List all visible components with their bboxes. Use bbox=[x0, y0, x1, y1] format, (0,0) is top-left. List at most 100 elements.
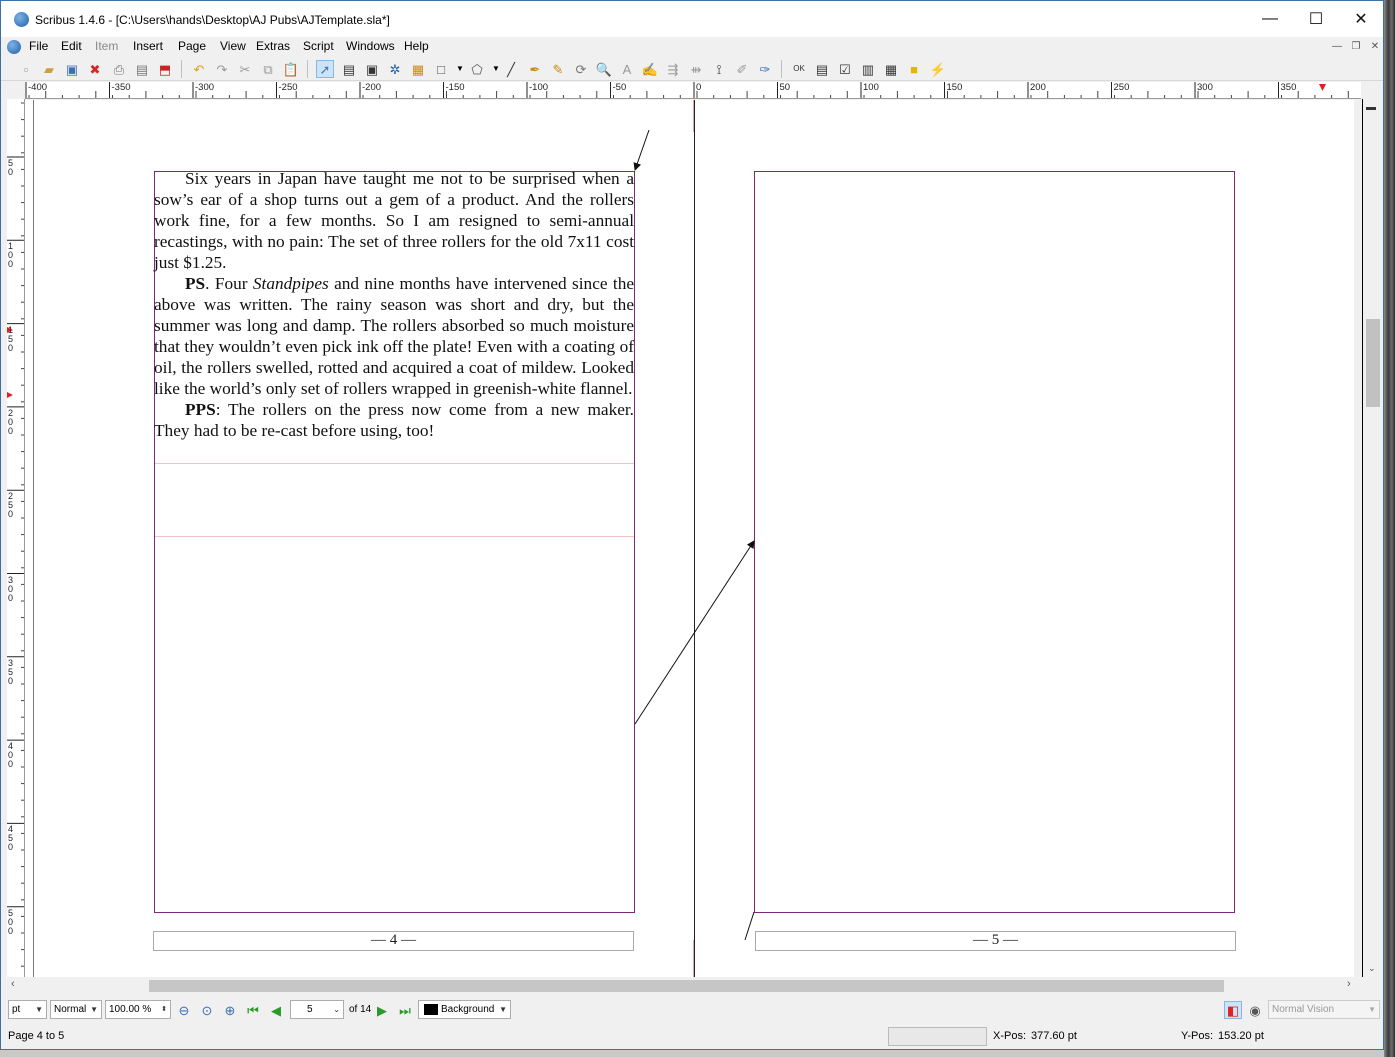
preview-mode-icon[interactable]: ◧ bbox=[1224, 1001, 1242, 1019]
chevron-down-icon: ▼ bbox=[35, 1005, 43, 1014]
document-canvas[interactable]: Six years in Japan have taught me not to… bbox=[34, 100, 1354, 977]
export-pdf-icon[interactable]: ⬒ bbox=[156, 60, 174, 78]
menu-view[interactable]: View bbox=[220, 39, 246, 53]
preflight-icon[interactable]: ▤ bbox=[133, 60, 151, 78]
status-bar: Page 4 to 5 X-Pos: 377.60 pt Y-Pos: 153.… bbox=[1, 1025, 1383, 1049]
scroll-right-arrow-icon[interactable]: › bbox=[1347, 978, 1351, 990]
redo-icon[interactable]: ↷ bbox=[213, 60, 231, 78]
vision-select[interactable]: Normal Vision ▼ bbox=[1268, 1000, 1380, 1019]
minimize-button[interactable]: — bbox=[1247, 1, 1293, 37]
vertical-scroll-thumb[interactable] bbox=[1366, 319, 1380, 407]
link-frames-icon[interactable]: ⇶ bbox=[664, 60, 682, 78]
last-page-icon[interactable]: ⏭ bbox=[396, 1001, 414, 1019]
zoom-icon[interactable]: 🔍 bbox=[595, 60, 613, 78]
chevron-down-icon: ▼ bbox=[499, 1005, 507, 1014]
shape-dropdown-icon[interactable]: ▼ bbox=[451, 60, 469, 78]
save-icon[interactable]: ▣ bbox=[63, 60, 81, 78]
maximize-button[interactable]: ☐ bbox=[1293, 1, 1339, 37]
open-folder-icon[interactable]: ▰ bbox=[40, 60, 58, 78]
pdf-combo-box-icon[interactable]: ▥ bbox=[859, 60, 877, 78]
menu-windows[interactable]: Windows bbox=[346, 39, 395, 53]
ruler-label: 450 bbox=[8, 824, 14, 853]
paste-icon[interactable]: 📋 bbox=[282, 60, 300, 78]
zoom-in-icon[interactable]: ⊕ bbox=[221, 1001, 239, 1019]
close-button[interactable]: ✕ bbox=[1338, 1, 1383, 37]
vertical-ruler[interactable]: 50 100 150 200 250 300 350 400 450 500 bbox=[7, 99, 25, 977]
mdi-close-button[interactable]: ✕ bbox=[1367, 39, 1383, 55]
measurements-icon[interactable]: ⟟ bbox=[710, 60, 728, 78]
zoom-100-icon[interactable]: ⊙ bbox=[198, 1001, 216, 1019]
menu-item[interactable]: Item bbox=[95, 39, 118, 53]
previous-page-icon[interactable]: ◀ bbox=[267, 1001, 285, 1019]
table-icon[interactable]: ▦ bbox=[409, 60, 427, 78]
scribus-app-icon bbox=[14, 12, 29, 27]
shape-icon[interactable]: □ bbox=[432, 60, 450, 78]
ruler-label: 200 bbox=[8, 407, 14, 436]
copy-properties-icon[interactable]: ✐ bbox=[733, 60, 751, 78]
pdf-push-button-icon[interactable]: OK bbox=[790, 60, 808, 78]
image-mode-select[interactable]: Normal ▼ bbox=[50, 1000, 102, 1019]
menu-extras[interactable]: Extras bbox=[256, 39, 290, 53]
ruler-label: 250 bbox=[1113, 82, 1130, 93]
select-pointer-icon[interactable]: ➚ bbox=[316, 60, 334, 78]
ruler-label: 150 bbox=[946, 82, 963, 93]
rotate-item-icon[interactable]: ⟳ bbox=[572, 60, 590, 78]
zoom-out-icon[interactable]: ⊖ bbox=[175, 1001, 193, 1019]
ruler-label: -200 bbox=[362, 82, 382, 93]
ruler-label: -150 bbox=[445, 82, 465, 93]
zoom-input[interactable]: 100.00 % ⬍ bbox=[105, 1000, 171, 1019]
horizontal-ruler[interactable]: -400 -350 -300 -250 -200 -150 -100 -50 0 50 100 150… bbox=[25, 82, 1361, 99]
copy-icon[interactable]: ⧉ bbox=[259, 60, 277, 78]
vertical-scrollbar[interactable]: ⌄ bbox=[1362, 99, 1383, 977]
freehand-line-icon[interactable]: ✎ bbox=[549, 60, 567, 78]
undo-icon[interactable]: ↶ bbox=[190, 60, 208, 78]
bezier-icon[interactable]: ✒ bbox=[526, 60, 544, 78]
mdi-minimize-button[interactable]: — bbox=[1329, 39, 1345, 55]
unit-select[interactable]: pt ▼ bbox=[8, 1000, 47, 1019]
mdi-restore-button[interactable]: ❐ bbox=[1348, 39, 1364, 55]
menu-page[interactable]: Page bbox=[178, 39, 206, 53]
menu-file[interactable]: File bbox=[29, 39, 48, 53]
horizontal-scrollbar[interactable]: ‹ › bbox=[7, 978, 1362, 994]
pdf-annotation-icon[interactable]: ■ bbox=[905, 60, 923, 78]
ruler-label: 100 bbox=[863, 82, 879, 93]
menu-insert[interactable]: Insert bbox=[133, 39, 163, 53]
menu-script[interactable]: Script bbox=[303, 39, 334, 53]
menu-help[interactable]: Help bbox=[404, 39, 429, 53]
page-select[interactable]: 5 ⌄ bbox=[290, 1000, 344, 1019]
window-title: Scribus 1.4.6 - [C:\Users\hands\Desktop\… bbox=[35, 13, 390, 27]
scroll-left-arrow-icon[interactable]: ‹ bbox=[11, 978, 15, 990]
pdf-list-box-icon[interactable]: ▦ bbox=[882, 60, 900, 78]
horizontal-scroll-thumb[interactable] bbox=[149, 980, 1224, 992]
mode-value: Normal bbox=[54, 1004, 87, 1015]
scribus-window: Scribus 1.4.6 - [C:\Users\hands\Desktop\… bbox=[0, 0, 1384, 1050]
scroll-top-marker bbox=[1366, 107, 1376, 110]
cut-icon[interactable]: ✂ bbox=[236, 60, 254, 78]
pdf-link-annotation-icon[interactable]: ⚡ bbox=[929, 60, 947, 78]
scribus-menu-icon[interactable] bbox=[7, 40, 21, 54]
print-icon[interactable]: ⎙ bbox=[110, 60, 128, 78]
page-range-label: Page 4 to 5 bbox=[8, 1030, 65, 1042]
eyedropper-icon[interactable]: ✑ bbox=[756, 60, 774, 78]
pdf-checkbox-icon[interactable]: ☑ bbox=[836, 60, 854, 78]
edit-contents-icon[interactable]: A bbox=[618, 60, 636, 78]
first-page-icon[interactable]: ⏮ bbox=[244, 1001, 262, 1019]
visual-appearance-eye-icon[interactable]: ◉ bbox=[1246, 1001, 1264, 1019]
layer-select[interactable]: Background ▼ bbox=[418, 1000, 511, 1019]
new-document-icon[interactable]: ▫ bbox=[17, 60, 35, 78]
pdf-text-field-icon[interactable]: ▤ bbox=[813, 60, 831, 78]
ruler-label: 50 bbox=[8, 158, 14, 177]
close-document-icon[interactable]: ✖ bbox=[86, 60, 104, 78]
menu-edit[interactable]: Edit bbox=[61, 39, 82, 53]
image-frame-icon[interactable]: ▣ bbox=[363, 60, 381, 78]
scroll-down-arrow-icon[interactable]: ⌄ bbox=[1368, 963, 1376, 974]
line-icon[interactable]: ╱ bbox=[502, 60, 520, 78]
next-page-icon[interactable]: ▶ bbox=[373, 1001, 391, 1019]
canvas-left-edge bbox=[25, 100, 34, 977]
render-frame-icon[interactable]: ✲ bbox=[386, 60, 404, 78]
polygon-icon[interactable]: ⬠ bbox=[468, 60, 486, 78]
ruler-corner[interactable] bbox=[7, 82, 25, 99]
text-frame-icon[interactable]: ▤ bbox=[340, 60, 358, 78]
unlink-frames-icon[interactable]: ⇻ bbox=[687, 60, 705, 78]
edit-text-icon[interactable]: ✍ bbox=[641, 60, 659, 78]
